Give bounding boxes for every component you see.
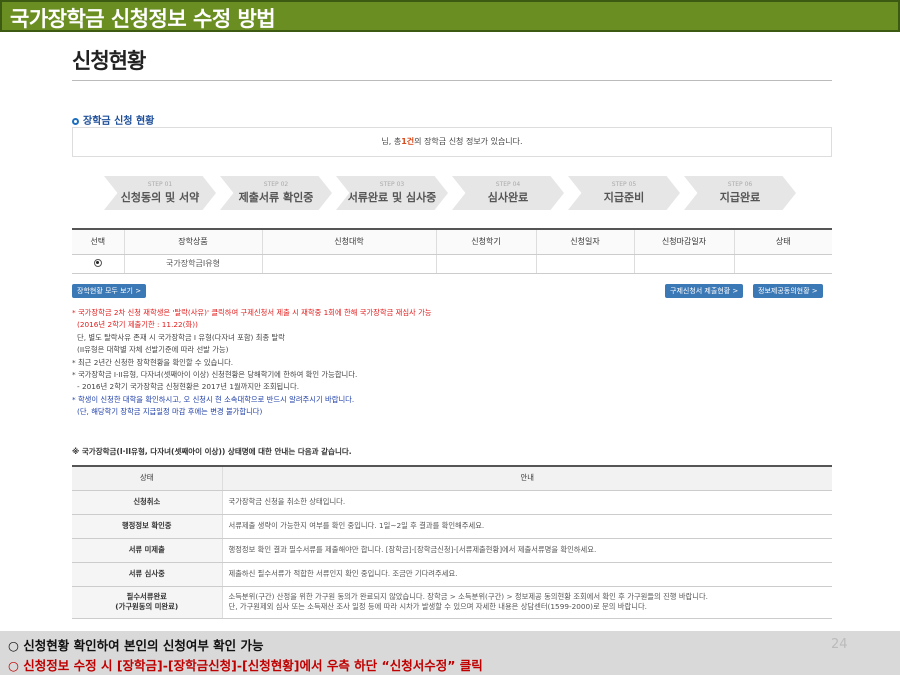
table-row: 필수서류완료 (가구원동의 미완료) 소득분위(구간) 산정을 위한 가구원 동… [72,586,832,619]
page-title: 신청현황 [72,49,146,73]
product-cell: 국가장학금I유형 [123,254,262,274]
slide-title: 국가장학금 신청정보 수정 방법 [10,7,276,31]
section-title-text: 장학금 신청 현황 [83,116,155,127]
notice-4: * 최근 2년간 신청한 장학현황을 확인할 수 있습니다. [72,357,234,367]
notice-7: * 학생이 신청한 대학을 확인하시고, 오 신청시 현 소속대학으로 반드시 … [72,394,355,404]
notice-list: * 국가장학금 2차 신청 재학생은 '탈락(사유)' 클릭하여 구제신청서 제… [72,307,832,419]
guide-line-2: 단, 가구원제외 심사 또는 소득재산 조사 일정 등에 따라 시차가 발생할 … [228,602,647,611]
status-cell [733,254,832,274]
relief-application-button[interactable]: 구제신청서 제출현황 > [665,284,744,298]
select-radio[interactable] [93,258,102,267]
slide-footer: ○ 신청현황 확인하여 본인의 신청여부 확인 가능 ○ 신청정보 수정 시 [… [0,631,900,675]
step-6: STEP 06 지급완료 [684,176,796,210]
step-1: STEP 01 신청동의 및 서약 [104,176,216,210]
step-label: STEP 03 [379,181,405,188]
slide-title-bar: 국가장학금 신청정보 수정 방법 [0,0,900,32]
step-label: STEP 05 [611,181,637,188]
step-label: STEP 01 [147,181,173,188]
col-state: 상태 [72,465,222,491]
notice-2: 단, 별도 탈락사유 존재 시 국가장학금 I 유형(다자녀 포함) 최종 탈락 [77,332,285,342]
table-row: 행정정보 확인중 서류제출 생략이 가능한지 여부를 확인 중입니다. 1일~2… [72,514,832,539]
step-name: 서류완료 및 심사중 [347,191,437,204]
state-cell: 행정정보 확인중 [72,514,222,539]
step-label: STEP 02 [263,181,289,188]
application-table: 선택 장학상품 신청대학 신청학기 신청일자 신청마감일자 상태 국가장학금I유… [72,228,832,274]
col-deadline: 신청마감일자 [633,228,734,255]
step-name: 심사완료 [487,191,529,204]
guide-line-1: 소득분위(구간) 산정을 위한 가구원 동의가 완료되지 않았습니다. 장학금 … [228,592,709,601]
step-label: STEP 06 [727,181,753,188]
state-cell: 서류 미제출 [72,538,222,563]
step-4: STEP 04 심사완료 [452,176,564,210]
state-cell: 필수서류완료 (가구원동의 미완료) [72,586,222,619]
footer-line-1: ○ 신청현황 확인하여 본인의 신청여부 확인 가능 [8,638,264,653]
table-row: 서류 심사중 제출하신 필수서류가 적합한 서류인지 확인 중입니다. 조금만 … [72,562,832,587]
application-summary-box: 님, 총1건의 장학금 신청 정보가 있습니다. [72,127,832,157]
university-cell [261,254,436,274]
summary-pre: 님, 총 [381,137,402,146]
state-cell: 서류 심사중 [72,562,222,587]
consent-status-button[interactable]: 정보제공동의현황 > [753,284,823,298]
guide-cell: 국가장학금 신청을 취소한 상태입니다. [221,490,832,515]
col-status: 상태 [733,228,832,255]
step-5: STEP 05 지급준비 [568,176,680,210]
col-date: 신청일자 [535,228,634,255]
state-line-1: 필수서류완료 [126,592,167,601]
section-title: 장학금 신청 현황 [72,112,154,127]
col-university: 신청대학 [261,228,436,255]
page-number: 24 [831,637,848,652]
state-line-2: (가구원동의 미완료) [115,602,179,611]
notice-1: * 국가장학금 2차 신청 재학생은 '탈락(사유)' 클릭하여 구제신청서 제… [72,308,432,317]
table-header-row: 선택 장학상품 신청대학 신청학기 신청일자 신청마감일자 상태 [72,228,832,255]
col-product: 장학상품 [123,228,262,255]
guide-cell: 제출하신 필수서류가 적합한 서류인지 확인 중입니다. 조금만 기다려주세요. [221,562,832,587]
status-guide-table: 상태 안내 신청취소 국가장학금 신청을 취소한 상태입니다. 행정정보 확인중… [72,465,832,619]
heading-divider [72,80,832,81]
step-2: STEP 02 제출서류 확인중 [220,176,332,210]
footer-line-2: ○ 신청정보 수정 시 [장학금]-[장학금신청]-[신청현황]에서 우측 하단… [8,658,483,673]
guide-cell: 소득분위(구간) 산정을 위한 가구원 동의가 완료되지 않았습니다. 장학금 … [221,586,832,619]
table-row: 신청취소 국가장학금 신청을 취소한 상태입니다. [72,490,832,515]
step-name: 제출서류 확인중 [238,191,314,204]
col-guide: 안내 [221,465,832,491]
notice-5: * 국가장학금 I·II유형, 다자녀(셋째아이 이상) 신청현황은 당해학기에… [72,370,358,380]
summary-post: 의 장학금 신청 정보가 있습니다. [414,137,523,146]
table-row: 국가장학금I유형 [72,254,832,274]
bullet-circle-icon [72,117,79,125]
step-name: 지급준비 [603,191,645,204]
col-semester: 신청학기 [435,228,536,255]
step-name: 신청동의 및 서약 [120,191,200,204]
semester-cell [435,254,536,274]
application-count: 1건 [401,137,415,146]
notice-3: (II유형은 대학별 자체 선발기준에 따라 선발 가능) [77,345,229,355]
view-all-button[interactable]: 장학현황 모두 보기 > [72,284,147,298]
notice-6: - 2016년 2학기 국가장학금 신청현황은 2017년 1월까지만 조회됩니… [77,382,300,392]
status-header-row: 상태 안내 [72,465,832,491]
date-cell [535,254,634,274]
status-guide-caption: ※ 국가장학금(I·II유형, 다자녀(셋째아이 이상)) 상태명에 대한 안내… [72,447,352,456]
notice-1-deadline: (2016년 2학기 제출기한 : 11.22(화)) [77,320,198,330]
deadline-cell [633,254,734,274]
notice-8: (단, 해당학기 장학금 지급일정 마감 후에는 변경 불가합니다) [77,407,263,417]
step-3: STEP 03 서류완료 및 심사중 [336,176,448,210]
step-name: 지급완료 [719,191,761,204]
select-cell [72,254,124,274]
table-row: 서류 미제출 행정정보 확인 결과 필수서류를 제출해야만 합니다. [장학금]… [72,538,832,563]
state-cell: 신청취소 [72,490,222,515]
guide-cell: 서류제출 생략이 가능한지 여부를 확인 중입니다. 1일~2일 후 결과를 확… [221,514,832,539]
progress-steps: STEP 01 신청동의 및 서약 STEP 02 제출서류 확인중 STEP … [104,176,804,210]
col-select: 선택 [72,228,124,255]
guide-cell: 행정정보 확인 결과 필수서류를 제출해야만 합니다. [장학금]-[장학금신청… [221,538,832,563]
step-label: STEP 04 [495,181,521,188]
